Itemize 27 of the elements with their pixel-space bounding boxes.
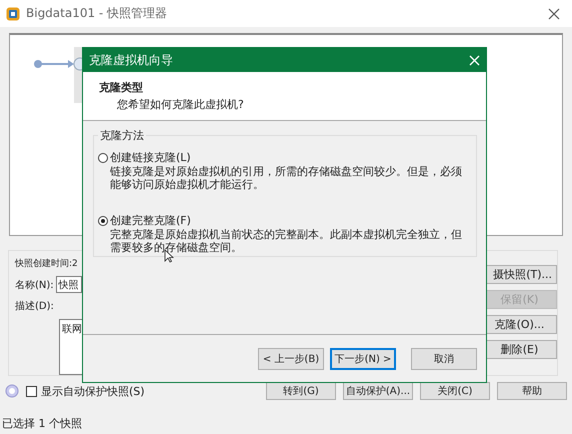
option-description: 完整克隆是原始虚拟机当前状态的完整副本。此副本虚拟机完全独立，但需要较多的存储磁盘空间。 bbox=[109, 228, 463, 254]
name-label: 名称(N): bbox=[15, 278, 54, 292]
option-label[interactable]: 创建链接克隆(L) bbox=[110, 150, 191, 165]
radio-button[interactable] bbox=[98, 152, 108, 162]
radio-button[interactable] bbox=[98, 216, 108, 226]
group-label: 克隆方法 bbox=[98, 128, 146, 143]
app-icon bbox=[6, 6, 20, 20]
window-title: Bigdata101 - 快照管理器 bbox=[26, 5, 168, 22]
dialog-button[interactable]: 关闭(C) bbox=[420, 382, 490, 400]
created-time-label: 快照创建时间:2 bbox=[15, 258, 79, 270]
option-label[interactable]: 创建完整克隆(F) bbox=[110, 213, 191, 228]
dialog-button[interactable]: 转到(G) bbox=[266, 382, 336, 400]
dialog-button[interactable]: 自动保护(A)... bbox=[343, 382, 413, 400]
option-description: 链接克隆是对原始虚拟机的引用，所需的存储磁盘空间较少。但是，必须能够访问原始虚拟机才能运行。 bbox=[109, 165, 463, 191]
checkbox-label[interactable]: 显示自动保护快照(S) bbox=[41, 384, 145, 398]
name-field[interactable]: 快照 bbox=[56, 276, 82, 293]
dialog-button[interactable]: 帮助 bbox=[497, 382, 567, 400]
description-label: 描述(D): bbox=[15, 300, 54, 313]
wizard-button[interactable]: < 上一步(B) bbox=[258, 348, 324, 370]
step-heading: 克隆类型 bbox=[99, 80, 144, 95]
step-subheading: 您希望如何克隆此虚拟机? bbox=[116, 97, 245, 112]
clock-icon bbox=[5, 384, 19, 398]
wizard-button[interactable]: 下一步(N) > bbox=[330, 348, 396, 370]
wizard-button[interactable]: 取消 bbox=[411, 348, 477, 370]
close-icon[interactable] bbox=[548, 8, 560, 20]
checkbox[interactable] bbox=[26, 386, 37, 396]
dialog-title: 克隆虚拟机向导 bbox=[89, 52, 174, 68]
